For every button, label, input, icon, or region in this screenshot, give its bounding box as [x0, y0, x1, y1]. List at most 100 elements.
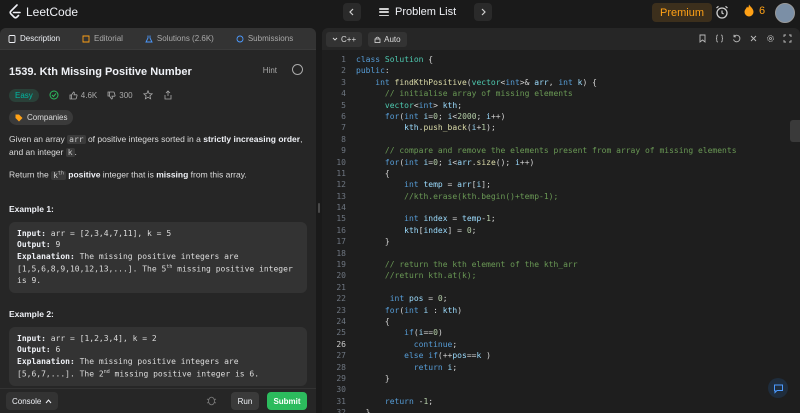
chevron-up-icon — [45, 398, 52, 403]
solved-check-icon — [49, 90, 59, 100]
submit-button[interactable]: Submit — [267, 392, 307, 410]
code-line: 2 public: — [341, 66, 390, 76]
example-2-title: Example 2: — [9, 308, 54, 319]
like-button[interactable]: 4.6K — [69, 91, 97, 100]
code-line: 24 { — [336, 316, 390, 326]
example-1-box: Input: arr = [2,3,4,7,11], k = 5 Output:… — [9, 221, 307, 293]
problem-nav: Problem List — [343, 3, 493, 21]
code-line: 20 //return kth.at(k); — [336, 271, 477, 281]
companies-label: Companies — [27, 113, 68, 122]
language-select[interactable]: C++ — [326, 31, 363, 47]
tab-solutions-label: Solutions (2.6K) — [156, 34, 214, 43]
premium-button[interactable]: Premium — [652, 3, 713, 22]
book-icon — [82, 35, 90, 42]
bookmark-icon[interactable] — [698, 34, 707, 43]
problem-list-label: Problem List — [395, 6, 457, 18]
tab-description[interactable]: Description — [8, 34, 60, 43]
desc-text: . — [74, 147, 77, 157]
like-count: 4.6K — [80, 90, 98, 100]
description-paragraph-2: Return the kth positive integer that is … — [9, 167, 307, 182]
companies-tag[interactable]: Companies — [9, 110, 74, 125]
top-nav: LeetCode Problem List Premium 6 — [0, 0, 800, 26]
problem-title[interactable]: 1539. Kth Missing Positive Number — [9, 66, 192, 78]
tag-icon — [15, 114, 23, 121]
gear-icon[interactable] — [766, 34, 775, 43]
problem-list-button[interactable]: Problem List — [369, 3, 467, 21]
problem-meta: Easy 4.6K 300 — [9, 86, 307, 104]
share-icon[interactable] — [163, 90, 173, 100]
tab-submissions[interactable]: Submissions — [236, 34, 293, 43]
code-line: 5 vector<int> kth; — [341, 100, 463, 110]
problem-description: 1539. Kth Missing Positive Number Hint E… — [0, 59, 316, 387]
desc-bold: missing — [156, 169, 189, 180]
chat-bubble-icon — [773, 384, 783, 394]
code-line: 32 } — [336, 408, 371, 413]
hint-button[interactable]: Hint — [263, 66, 277, 75]
star-icon[interactable] — [142, 90, 153, 100]
code-line: 21 — [336, 282, 346, 292]
code-line: 19 // return the kth element of the kth_… — [336, 260, 578, 270]
example-2-box: Input: arr = [1,2,3,4], k = 2 Output: 6 … — [9, 326, 307, 387]
code-line: 18 — [336, 248, 346, 258]
thumbs-up-icon — [69, 91, 78, 99]
tab-editorial[interactable]: Editorial — [82, 34, 123, 43]
code-line: 31 return -1; — [336, 396, 434, 406]
chevron-right-icon — [481, 8, 486, 16]
info-icon[interactable] — [292, 64, 303, 75]
app-root: LeetCode Problem List Premium 6 Descript… — [0, 0, 800, 413]
explanation-label: Explanation: — [17, 251, 75, 261]
dislike-count: 300 — [119, 90, 133, 100]
code-line: 27 else if(++pos==k ) — [336, 351, 491, 361]
reset-icon[interactable] — [732, 34, 741, 43]
difficulty-badge: Easy — [9, 88, 39, 102]
logo[interactable]: LeetCode — [8, 4, 78, 20]
drag-handle[interactable] — [318, 203, 320, 213]
code-line: 7 kth.push_back(i+1); — [341, 123, 496, 133]
fullscreen-icon[interactable] — [783, 34, 792, 43]
streak-count: 6 — [759, 4, 766, 17]
code-line: 16 kth[index] = 0; — [336, 225, 477, 235]
tab-solutions[interactable]: Solutions (2.6K) — [145, 34, 214, 43]
code-line: 4 // initialise array of missing element… — [341, 89, 573, 99]
desc-text: Return the — [9, 169, 52, 180]
code-line: 8 — [341, 134, 346, 144]
list-icon — [379, 8, 389, 16]
language-label: C++ — [341, 34, 357, 44]
desc-bold: strictly increasing order — [203, 134, 301, 144]
dislike-button[interactable]: 300 — [107, 90, 133, 100]
editor-toolbar: C++ Auto — [322, 28, 800, 50]
inline-code: k — [65, 148, 75, 157]
desc-text: integer that is — [100, 169, 157, 180]
code-line: 11 { — [336, 168, 390, 178]
side-panel-tab[interactable] — [790, 120, 800, 142]
inline-code: arr — [67, 135, 86, 144]
code-line: 28 return i; — [336, 362, 458, 372]
next-problem-button[interactable] — [474, 3, 493, 21]
streak-counter[interactable]: 6 — [744, 4, 765, 17]
thumbs-down-icon — [107, 91, 116, 99]
chevron-down-icon — [332, 37, 338, 41]
input-value: arr = [1,2,3,4], k = 2 — [45, 333, 157, 343]
title-row: 1539. Kth Missing Positive Number Hint — [9, 59, 307, 85]
autocomplete-toggle[interactable]: Auto — [368, 31, 407, 47]
description-icon — [8, 34, 16, 43]
desc-bold: positive — [68, 169, 101, 180]
code-area[interactable]: 1 class Solution { 2 public: 3 int findKth… — [322, 50, 800, 413]
chat-button[interactable] — [768, 378, 788, 398]
braces-icon[interactable] — [715, 34, 724, 43]
code-line: 3 int findKthPositive(vector<int>& arr, … — [341, 77, 597, 87]
code-line: 9 // compare and remove the elements pre… — [341, 146, 737, 156]
code-line: 10 for(int i=0; i<arr.size(); i++) — [336, 157, 535, 167]
alarm-clock-icon[interactable] — [714, 4, 730, 20]
code-line: 13 //kth.erase(kth.begin()+temp-1); — [336, 191, 559, 201]
debug-bug-icon[interactable] — [206, 395, 217, 406]
code-editor-panel: C++ Auto 1 class Solution { 2 public: 3 in… — [322, 28, 800, 413]
example-1-title: Example 1: — [9, 203, 54, 214]
inline-code: kth — [51, 170, 66, 180]
user-avatar[interactable] — [775, 3, 795, 23]
desc-text: of positive integers sorted in a — [85, 134, 204, 144]
prev-problem-button[interactable] — [343, 3, 361, 21]
run-button[interactable]: Run — [231, 392, 259, 410]
shortcut-icon[interactable] — [749, 34, 758, 43]
console-toggle-button[interactable]: Console — [6, 392, 59, 410]
